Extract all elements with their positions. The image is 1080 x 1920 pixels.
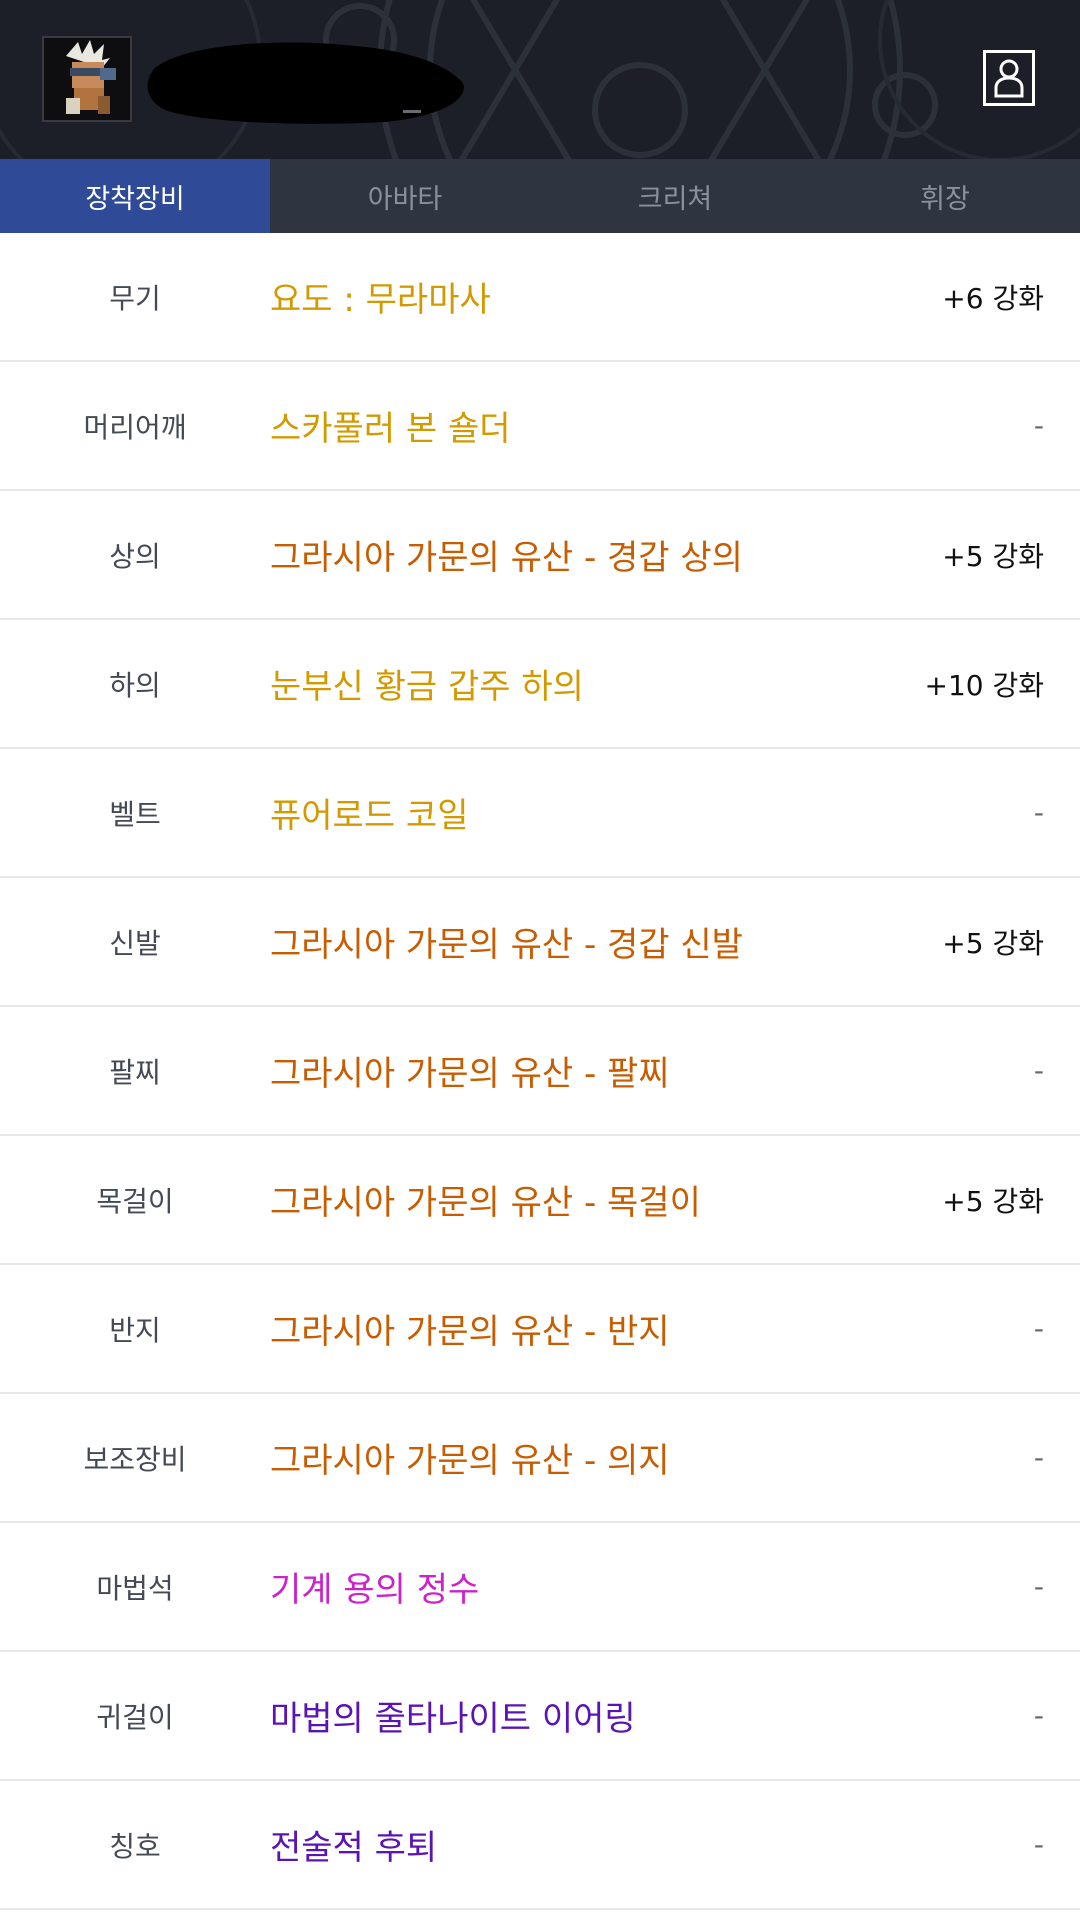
character-avatar-icon[interactable] xyxy=(42,36,132,122)
equipment-item-name[interactable]: 마법의 줄타나이트 이어링 xyxy=(270,1652,636,1779)
equipment-slot-label: 귀걸이 xyxy=(96,1700,174,1734)
equipment-tabs: 장착장비 아바타 크리쳐 휘장 xyxy=(0,159,1080,233)
tab-equipped[interactable]: 장착장비 xyxy=(0,159,270,233)
equipment-slot-label: 반지 xyxy=(109,1313,161,1347)
tab-creature[interactable]: 크리쳐 xyxy=(540,159,810,233)
equipment-enhance-level: +10 강화 xyxy=(924,668,1044,702)
equipment-item-name[interactable]: 그라시아 가문의 유산 - 반지 xyxy=(270,1265,670,1392)
equipment-item-name[interactable]: 그라시아 가문의 유산 - 경갑 신발 xyxy=(270,878,743,1005)
equipment-item-name[interactable]: 그라시아 가문의 유산 - 의지 xyxy=(270,1394,670,1521)
equipment-row[interactable]: 하의 눈부신 황금 갑주 하의 +10 강화 xyxy=(0,620,1080,749)
equipment-enhance-level: +6 강화 xyxy=(942,281,1044,315)
equipment-row[interactable]: 머리어깨 스카풀러 본 숄더 - xyxy=(0,362,1080,491)
equipment-enhance-level: - xyxy=(1033,1699,1044,1732)
equipment-slot-label: 벨트 xyxy=(109,797,161,831)
equipment-list: 무기 요도 : 무라마사 +6 강화 머리어깨 스카풀러 본 숄더 - 상의 그라시아 가문의… xyxy=(0,233,1080,1910)
equipment-slot-label: 상의 xyxy=(109,539,161,573)
equipment-slot-label: 머리어깨 xyxy=(83,410,187,444)
redacted-name-block xyxy=(147,42,464,124)
equipment-enhance-level: +5 강화 xyxy=(942,539,1044,573)
equipment-item-name[interactable]: 요도 : 무라마사 xyxy=(270,233,491,360)
profile-icon xyxy=(994,59,1024,98)
profile-button[interactable] xyxy=(983,50,1035,106)
equipment-item-name[interactable]: 스카풀러 본 숄더 xyxy=(270,362,511,489)
equipment-slot-label: 칭호 xyxy=(109,1829,161,1863)
equipment-enhance-level: - xyxy=(1033,1312,1044,1345)
equipment-item-name[interactable]: 눈부신 황금 갑주 하의 xyxy=(270,620,584,747)
equipment-row[interactable]: 마법석 기계 용의 정수 - xyxy=(0,1523,1080,1652)
character-sprite-icon xyxy=(44,38,130,120)
equipment-slot-label: 팔찌 xyxy=(109,1055,161,1089)
equipment-item-name[interactable]: 그라시아 가문의 유산 - 목걸이 xyxy=(270,1136,701,1263)
equipment-slot-label: 하의 xyxy=(109,668,161,702)
equipment-row[interactable]: 상의 그라시아 가문의 유산 - 경갑 상의 +5 강화 xyxy=(0,491,1080,620)
equipment-row[interactable]: 칭호 전술적 후퇴 - xyxy=(0,1781,1080,1910)
equipment-enhance-level: +5 강화 xyxy=(942,926,1044,960)
equipment-row[interactable]: 무기 요도 : 무라마사 +6 강화 xyxy=(0,233,1080,362)
equipment-slot-label: 목걸이 xyxy=(96,1184,174,1218)
equipment-row[interactable]: 보조장비 그라시아 가문의 유산 - 의지 - xyxy=(0,1394,1080,1523)
equipment-slot-label: 신발 xyxy=(109,926,161,960)
equipment-page: 장착장비 아바타 크리쳐 휘장 무기 요도 : 무라마사 +6 강화머리어깨 스카풀러… xyxy=(0,0,1080,1920)
equipment-enhance-level: - xyxy=(1033,1828,1044,1861)
equipment-row[interactable]: 벨트 퓨어로드 코일 - xyxy=(0,749,1080,878)
equipment-row[interactable]: 팔찌 그라시아 가문의 유산 - 팔찌 - xyxy=(0,1007,1080,1136)
equipment-item-name[interactable]: 그라시아 가문의 유산 - 경갑 상의 xyxy=(270,491,743,618)
equipment-enhance-level: - xyxy=(1033,1570,1044,1603)
equipment-row[interactable]: 귀걸이 마법의 줄타나이트 이어링 - xyxy=(0,1652,1080,1781)
equipment-item-name[interactable]: 그라시아 가문의 유산 - 팔찌 xyxy=(270,1007,670,1134)
tab-avatar[interactable]: 아바타 xyxy=(270,159,540,233)
equipment-row[interactable]: 반지 그라시아 가문의 유산 - 반지 - xyxy=(0,1265,1080,1394)
equipment-item-name[interactable]: 퓨어로드 코일 xyxy=(270,749,469,876)
equipment-enhance-level: - xyxy=(1033,796,1044,829)
equipment-enhance-level: +5 강화 xyxy=(942,1184,1044,1218)
equipment-slot-label: 보조장비 xyxy=(83,1442,187,1476)
equipment-row[interactable]: 목걸이 그라시아 가문의 유산 - 목걸이 +5 강화 xyxy=(0,1136,1080,1265)
tab-insignia[interactable]: 휘장 xyxy=(810,159,1080,233)
equipment-slot-label: 무기 xyxy=(109,281,161,315)
equipment-slot-label: 마법석 xyxy=(96,1571,174,1605)
equipment-item-name[interactable]: 기계 용의 정수 xyxy=(270,1523,479,1650)
equipment-enhance-level: - xyxy=(1033,409,1044,442)
equipment-item-name[interactable]: 전술적 후퇴 xyxy=(270,1781,437,1908)
character-header xyxy=(0,0,1080,159)
equipment-enhance-level: - xyxy=(1033,1054,1044,1087)
equipment-row[interactable]: 신발 그라시아 가문의 유산 - 경갑 신발 +5 강화 xyxy=(0,878,1080,1007)
equipment-enhance-level: - xyxy=(1033,1441,1044,1474)
